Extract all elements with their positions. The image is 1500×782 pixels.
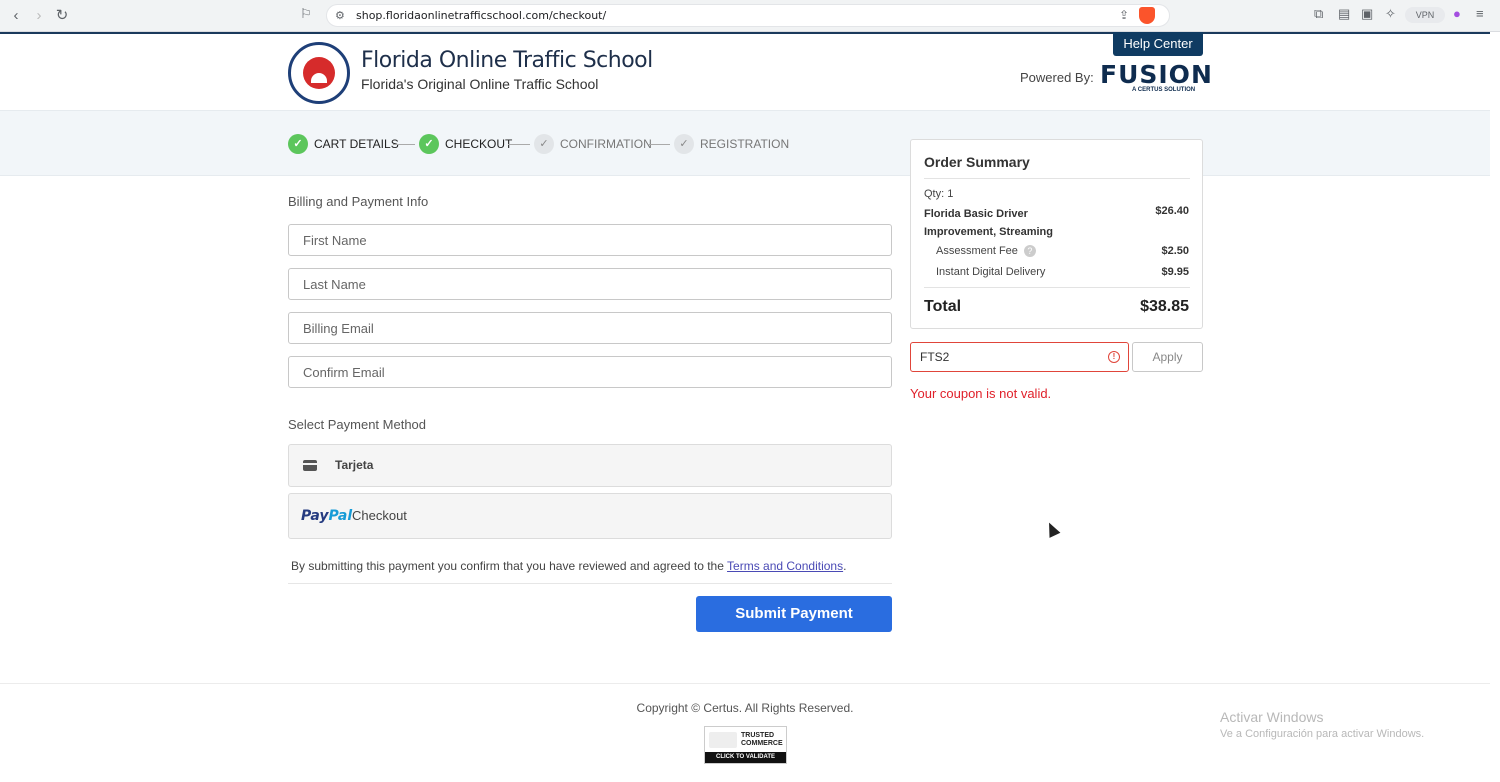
site-header: Florida Online Traffic School Florida's … [0, 32, 1490, 110]
error-icon: ! [1108, 351, 1120, 363]
wallet-icon[interactable]: ▣ [1361, 6, 1373, 22]
payment-option-paypal[interactable]: PayPal Checkout [288, 493, 892, 539]
page-scrollbar[interactable] [1490, 34, 1500, 782]
order-summary-title: Order Summary [924, 154, 1030, 170]
submit-payment-button[interactable]: Submit Payment [696, 596, 892, 632]
delivery-price: $9.95 [1161, 266, 1189, 278]
coupon-error-message: Your coupon is not valid. [910, 386, 1052, 401]
brand-title: Florida Online Traffic School [361, 48, 653, 73]
asc-logo[interactable] [288, 42, 350, 104]
step-label: REGISTRATION [700, 137, 790, 151]
fusion-logo: FUSION [1100, 60, 1213, 89]
first-name-input[interactable] [289, 225, 891, 255]
trust-validate-label: CLICK TO VALIDATE [705, 752, 786, 763]
total-label: Total [924, 298, 962, 315]
product-price: $26.40 [1155, 205, 1189, 217]
reload-icon[interactable]: ↻ [52, 6, 72, 26]
coupon-input[interactable] [911, 343, 1101, 371]
payment-method-label: Select Payment Method [288, 417, 427, 432]
total-value: $38.85 [1140, 298, 1189, 315]
paypal-logo-text-1: Pay [301, 508, 329, 524]
trust-seal-icon [709, 732, 737, 748]
sidebar-icon[interactable]: ▤ [1338, 6, 1350, 22]
check-icon: ✓ [288, 134, 308, 154]
check-icon: ✓ [674, 134, 694, 154]
logo-emblem [303, 57, 335, 89]
paypal-option-label: Checkout [352, 508, 407, 523]
brand-subtitle: Florida's Original Online Traffic School [361, 76, 599, 92]
windows-activation-title: Activar Windows [1220, 709, 1324, 725]
help-icon[interactable]: ? [1023, 245, 1036, 257]
windows-activation-subtitle: Ve a Configuración para activar Windows. [1220, 728, 1425, 740]
leo-ai-icon[interactable]: ✧ [1385, 6, 1396, 22]
order-summary: Order Summary Qty: 1 Florida Basic Drive… [910, 139, 1203, 329]
paypal-logo: PayPal [301, 508, 352, 524]
forward-icon[interactable]: › [29, 6, 49, 26]
step-cart-details: ✓ CART DETAILS [288, 134, 399, 154]
terms-notice: By submitting this payment you confirm t… [291, 559, 846, 573]
assessment-fee-price: $2.50 [1161, 245, 1189, 257]
trusted-commerce-badge[interactable]: TRUSTED COMMERCE CLICK TO VALIDATE [704, 726, 787, 764]
billing-section-label: Billing and Payment Info [288, 194, 429, 209]
payment-option-card[interactable]: Tarjeta [288, 444, 892, 487]
billing-email-input[interactable] [289, 313, 891, 343]
browser-toolbar: ‹ › ↻ ⚐ ⚙ shop.floridaonlinetrafficschoo… [0, 0, 1500, 32]
address-bar[interactable]: ⚙ shop.floridaonlinetrafficschool.com/ch… [326, 4, 1170, 27]
confirm-email-input[interactable] [289, 357, 891, 387]
step-connector [508, 144, 530, 145]
trust-badge-text: TRUSTED COMMERCE [741, 732, 783, 748]
billing-email-field[interactable] [288, 312, 892, 344]
coupon-field[interactable]: ! [910, 342, 1129, 372]
last-name-input[interactable] [289, 269, 891, 299]
share-icon[interactable]: ⇪ [1119, 8, 1129, 22]
first-name-field[interactable] [288, 224, 892, 256]
step-label: CART DETAILS [314, 137, 399, 151]
help-center-button[interactable]: Help Center [1113, 32, 1203, 56]
terms-link[interactable]: Terms and Conditions [727, 559, 843, 573]
delivery-label: Instant Digital Delivery [936, 266, 1046, 278]
terms-suffix: . [843, 559, 847, 573]
divider [924, 178, 1190, 179]
step-label: CHECKOUT [445, 137, 513, 151]
card-option-label: Tarjeta [335, 458, 374, 472]
quantity-label: Qty: 1 [924, 188, 954, 200]
step-label: CONFIRMATION [560, 137, 652, 151]
credit-card-icon [303, 460, 317, 471]
vpn-button[interactable]: VPN [1405, 7, 1445, 23]
last-name-field[interactable] [288, 268, 892, 300]
terms-text: By submitting this payment you confirm t… [291, 559, 728, 573]
site-info-icon[interactable]: ⚙ [335, 9, 345, 22]
apply-coupon-button[interactable]: Apply [1132, 342, 1203, 372]
powered-by-label: Powered By: [1020, 70, 1094, 85]
paypal-logo-text-2: Pal [328, 508, 353, 524]
divider [924, 287, 1190, 288]
footer-divider [0, 683, 1490, 684]
step-connector [393, 144, 415, 145]
menu-icon[interactable]: ≡ [1476, 6, 1484, 21]
checkout-steps: ✓ CART DETAILS ✓ CHECKOUT ✓ CONFIRMATION… [0, 110, 1490, 176]
step-connector [648, 144, 670, 145]
confirm-email-field[interactable] [288, 356, 892, 388]
step-registration: ✓ REGISTRATION [674, 134, 789, 154]
url-text: shop.floridaonlinetrafficschool.com/chec… [356, 9, 607, 22]
extensions-icon[interactable]: ⧉ [1314, 6, 1323, 22]
trust-badge-line-2: COMMERCE [741, 740, 783, 747]
step-confirmation: ✓ CONFIRMATION [534, 134, 652, 154]
bookmark-icon[interactable]: ⚐ [300, 6, 312, 22]
mouse-cursor-icon [1043, 520, 1061, 538]
divider [288, 583, 892, 584]
trust-badge-line-1: TRUSTED [741, 732, 775, 739]
fusion-tagline: A CERTUS SOLUTION [1132, 87, 1196, 93]
assessment-fee-row: Assessment Fee? [936, 245, 1036, 257]
check-icon: ✓ [534, 134, 554, 154]
brave-shields-icon[interactable] [1139, 7, 1155, 24]
check-icon: ✓ [419, 134, 439, 154]
profile-icon[interactable]: ● [1453, 6, 1461, 21]
step-checkout: ✓ CHECKOUT [419, 134, 512, 154]
back-icon[interactable]: ‹ [6, 6, 26, 26]
product-name: Florida Basic Driver Improvement, Stream… [924, 208, 1053, 238]
assessment-fee-label: Assessment Fee [936, 245, 1018, 257]
